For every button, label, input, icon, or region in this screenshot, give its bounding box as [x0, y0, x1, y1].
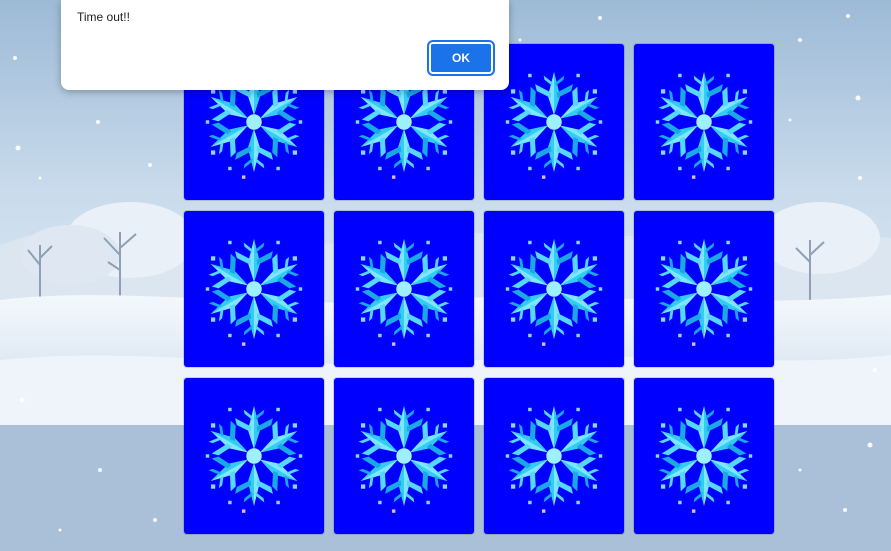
game-scene: Time out!! OK	[0, 0, 891, 551]
snowflake-icon	[502, 406, 606, 513]
snowflake-icon	[652, 406, 756, 513]
memory-card[interactable]	[334, 211, 474, 367]
memory-card[interactable]	[484, 211, 624, 367]
snowflake-icon	[502, 239, 606, 346]
memory-card[interactable]	[484, 378, 624, 534]
snowflake-icon	[652, 239, 756, 346]
memory-card[interactable]	[634, 44, 774, 200]
snowflake-icon	[502, 72, 606, 179]
memory-card[interactable]	[634, 211, 774, 367]
snowflake-icon	[652, 72, 756, 179]
snowflake-icon	[352, 239, 456, 346]
snowflake-icon	[202, 406, 306, 513]
snowflake-icon	[202, 239, 306, 346]
memory-card[interactable]	[334, 378, 474, 534]
alert-message: Time out!!	[77, 10, 130, 24]
memory-card[interactable]	[184, 211, 324, 367]
card-grid	[184, 44, 776, 534]
ok-button[interactable]: OK	[427, 40, 495, 76]
memory-card[interactable]	[634, 378, 774, 534]
memory-card[interactable]	[184, 378, 324, 534]
alert-dialog: Time out!! OK	[61, 0, 509, 90]
snowflake-icon	[352, 406, 456, 513]
